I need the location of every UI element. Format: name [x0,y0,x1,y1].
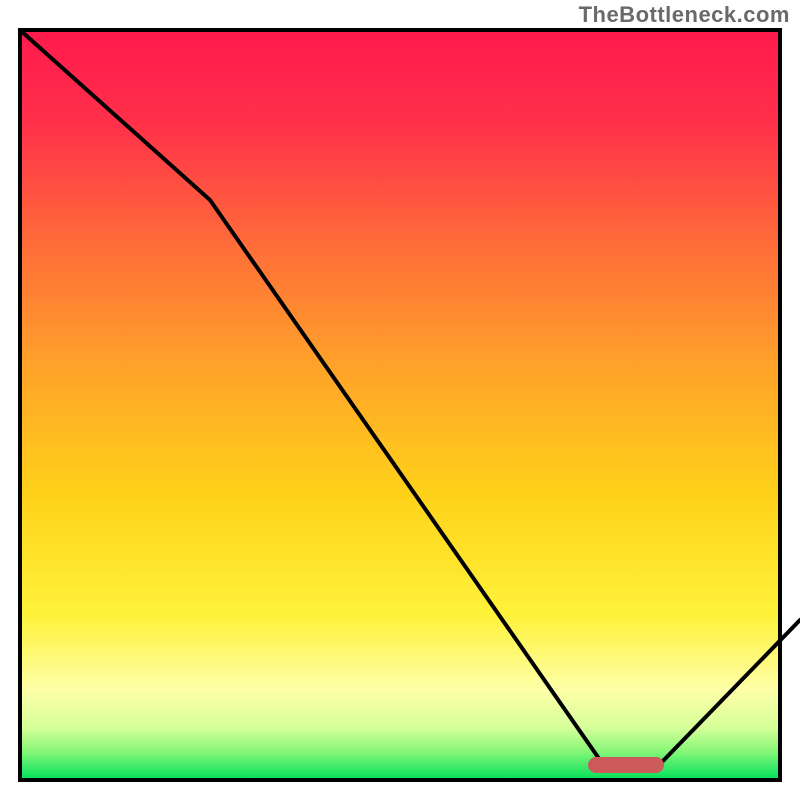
plot-area [20,30,780,780]
chart-canvas: TheBottleneck.com [0,0,800,800]
watermark-text: TheBottleneck.com [579,2,790,28]
minimum-marker [588,757,664,773]
chart-svg [0,0,800,800]
